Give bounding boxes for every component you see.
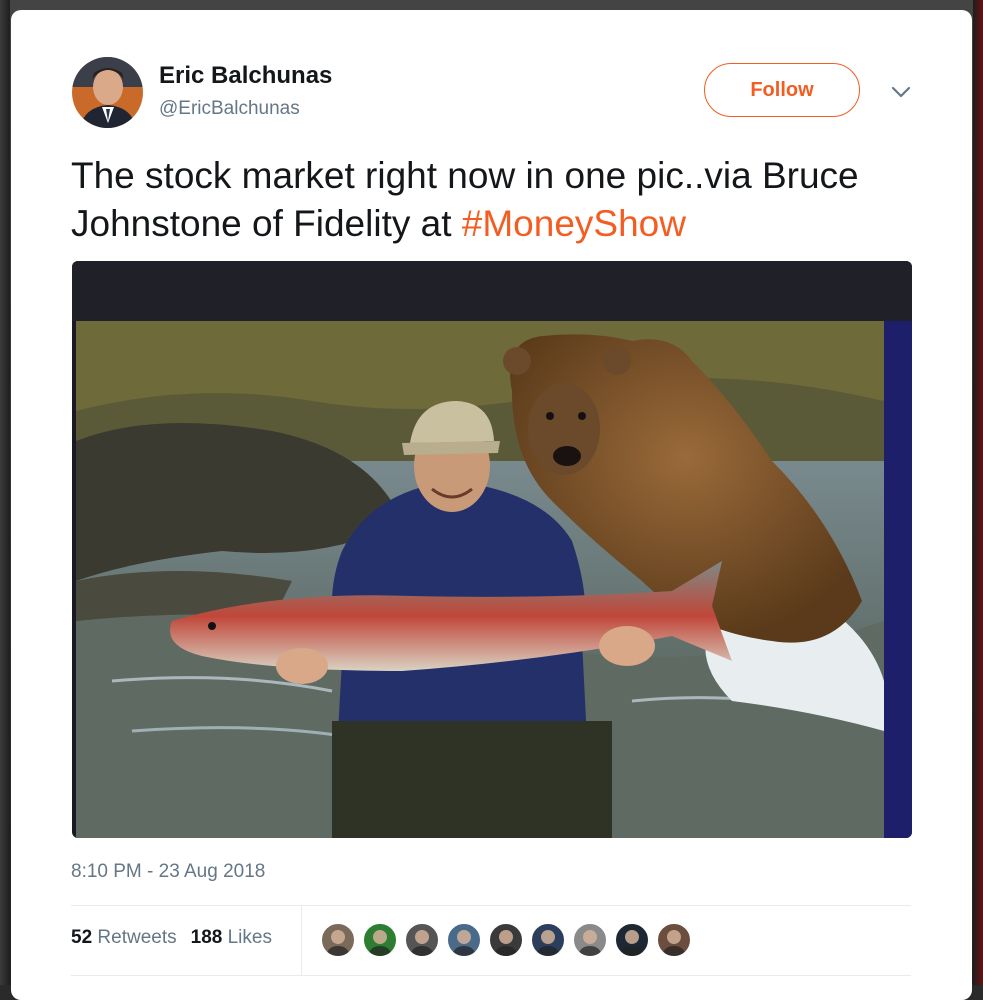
tweet-card: Eric Balchunas @EricBalchunas Follow The… [11, 10, 972, 1000]
liker-avatar-5[interactable] [488, 922, 524, 958]
liker-avatar-4[interactable] [446, 922, 482, 958]
author-avatar[interactable] [72, 57, 143, 128]
hashtag-link[interactable]: #MoneyShow [462, 203, 686, 244]
likes-label: Likes [227, 927, 272, 948]
divider-bottom [71, 975, 911, 976]
author-name[interactable]: Eric Balchunas [159, 62, 332, 90]
liker-avatar-9[interactable] [656, 922, 692, 958]
tweet-timestamp[interactable]: 8:10 PM - 23 Aug 2018 [71, 861, 265, 883]
liker-avatar-6[interactable] [530, 922, 566, 958]
liker-avatar-8[interactable] [614, 922, 650, 958]
tweet-text: The stock market right now in one pic..v… [71, 152, 931, 248]
retweets-stat[interactable]: 52 Retweets [71, 927, 177, 948]
retweets-label: Retweets [97, 927, 177, 948]
likes-count: 188 [190, 927, 223, 948]
tweet-stats: 52 Retweets 188 Likes [71, 927, 272, 949]
likes-stat[interactable]: 188 Likes [191, 927, 272, 948]
follow-button[interactable]: Follow [704, 63, 860, 117]
author-handle[interactable]: @EricBalchunas [159, 98, 300, 120]
liker-avatars [320, 922, 698, 958]
liker-avatar-2[interactable] [362, 922, 398, 958]
liker-avatar-3[interactable] [404, 922, 440, 958]
liker-avatar-1[interactable] [320, 922, 356, 958]
tweet-photo[interactable] [72, 261, 912, 838]
chevron-down-icon[interactable] [889, 80, 913, 104]
liker-avatar-7[interactable] [572, 922, 608, 958]
divider-top [71, 905, 911, 906]
retweets-count: 52 [71, 927, 93, 948]
stats-separator [301, 905, 302, 975]
